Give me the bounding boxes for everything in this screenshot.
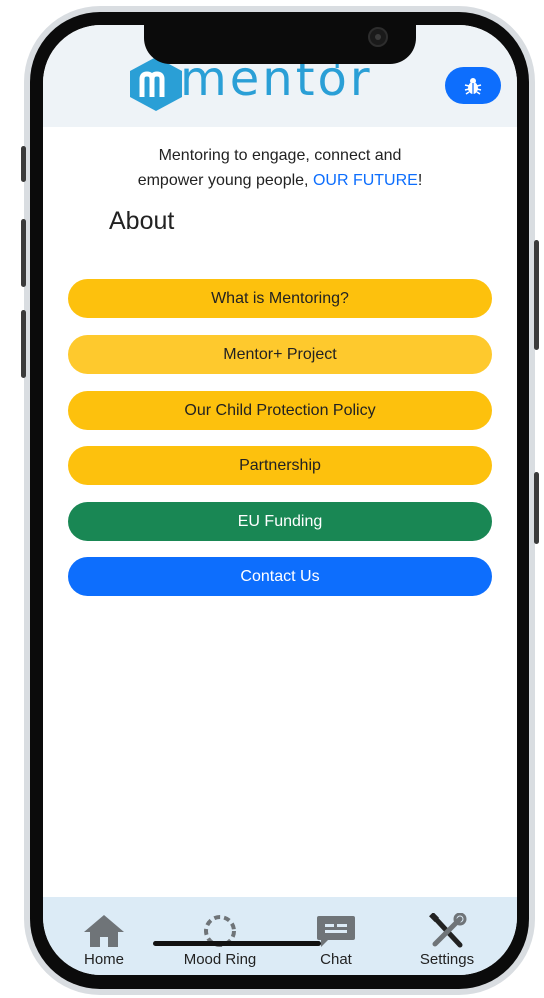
tagline-line-1: Mentoring to engage, connect and	[158, 147, 402, 164]
child-protection-policy-button[interactable]: Our Child Protection Policy	[68, 391, 492, 430]
side-button-silent	[21, 146, 26, 182]
tab-settings[interactable]: Settings	[397, 897, 497, 975]
partnership-button[interactable]: Partnership	[68, 446, 492, 485]
home-icon	[84, 915, 124, 947]
side-button-extra	[534, 472, 539, 544]
tab-chat-label: Chat	[320, 951, 352, 968]
tagline: Mentoring to engage, connect and empower…	[43, 143, 517, 193]
tab-home-label: Home	[83, 951, 124, 968]
side-button-power	[534, 240, 539, 350]
tab-settings-label: Settings	[419, 951, 475, 968]
bug-report-button[interactable]	[445, 67, 501, 104]
tagline-prefix: empower young people,	[137, 172, 313, 189]
tab-chat[interactable]: Chat	[286, 897, 386, 975]
tagline-highlight: OUR FUTURE	[312, 172, 418, 189]
tab-home[interactable]: Home	[54, 897, 154, 975]
what-is-mentoring-button[interactable]: What is Mentoring?	[68, 279, 492, 318]
mentor-plus-project-button[interactable]: Mentor+ Project	[68, 335, 492, 374]
camera-icon	[368, 27, 388, 47]
side-button-volume-down	[21, 310, 26, 378]
tab-bar: Home Mood Ring Chat Settings	[43, 897, 517, 975]
bug-icon	[464, 77, 482, 95]
home-indicator[interactable]	[153, 941, 321, 946]
side-button-volume-up	[21, 219, 26, 287]
tab-mood-ring[interactable]: Mood Ring	[170, 897, 270, 975]
tab-mood-ring-label: Mood Ring	[183, 951, 257, 968]
tagline-suffix: !	[417, 172, 423, 189]
app-screen: mentor + Mentoring to engage, connect an…	[43, 25, 517, 975]
mentor-plus-logo[interactable]: mentor +	[126, 45, 370, 117]
settings-icon	[429, 913, 467, 948]
page-title: About	[109, 207, 175, 235]
contact-us-button[interactable]: Contact Us	[68, 557, 492, 596]
tagline-line-2: empower young people, OUR FUTURE!	[43, 168, 517, 193]
eu-funding-button[interactable]: EU Funding	[68, 502, 492, 541]
